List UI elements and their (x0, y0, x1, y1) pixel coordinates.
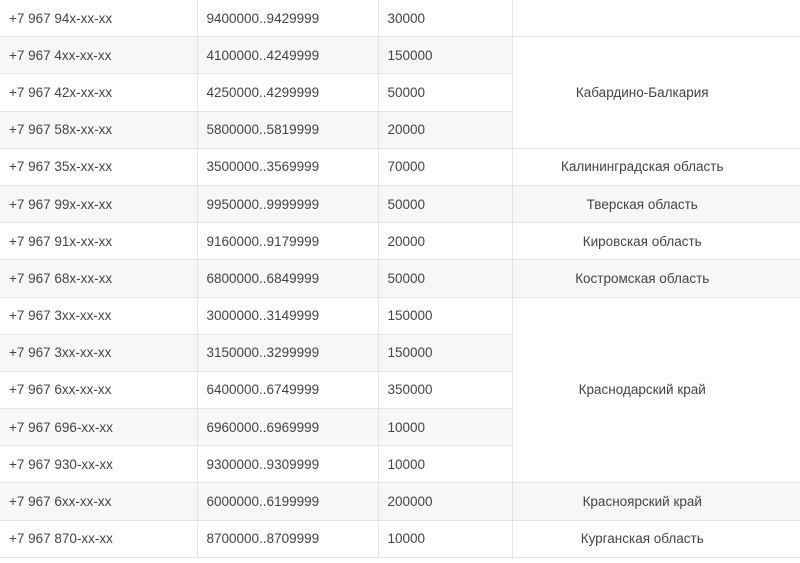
cell-prefix: +7 967 68x-xx-xx (0, 259, 198, 298)
cell-region: Костромская область (511, 259, 800, 298)
cell-range: 8700000..8709999 (196, 519, 379, 558)
cell-region: Курганская область (511, 519, 800, 558)
cell-region: Кировская область (511, 222, 800, 261)
cell-capacity: 30000 (377, 0, 513, 38)
cell-prefix: +7 967 58x-xx-xx (0, 110, 198, 149)
cell-capacity: 10000 (377, 445, 513, 484)
cell-capacity: 350000 (377, 370, 513, 410)
table-row: +7 967 6xx-xx-xx 6000000..6199999 200000… (0, 482, 800, 521)
cell-capacity: 10000 (377, 519, 513, 558)
cell-capacity: 20000 (377, 110, 513, 149)
cell-range: 6000000..6199999 (196, 482, 379, 521)
cell-region: Калининградская область (511, 147, 800, 186)
cell-range: 5800000..5819999 (196, 110, 379, 149)
cell-range: 3500000..3569999 (196, 147, 379, 186)
cell-capacity: 50000 (377, 73, 513, 112)
cell-prefix: +7 967 4xx-xx-xx (0, 36, 198, 75)
cell-capacity: 150000 (377, 333, 513, 372)
cell-prefix: +7 967 6xx-xx-xx (0, 482, 198, 521)
cell-prefix: +7 967 6xx-xx-xx (0, 370, 198, 410)
numbering-table: +7 967 94x-xx-xx 9400000..9429999 30000 … (0, 0, 800, 558)
cell-range: 4250000..4299999 (196, 73, 379, 112)
cell-range: 9400000..9429999 (196, 0, 379, 38)
cell-range: 6800000..6849999 (196, 259, 379, 298)
cell-prefix: +7 967 42x-xx-xx (0, 73, 198, 112)
table-row: +7 967 94x-xx-xx 9400000..9429999 30000 (0, 0, 800, 38)
cell-range: 6400000..6749999 (196, 370, 379, 410)
cell-range: 4100000..4249999 (196, 36, 379, 75)
cell-prefix: +7 967 870-xx-xx (0, 519, 198, 558)
cell-capacity: 200000 (377, 482, 513, 521)
cell-capacity: 20000 (377, 222, 513, 261)
cell-prefix: +7 967 35x-xx-xx (0, 147, 198, 186)
cell-region: Красноярский край (511, 482, 800, 521)
table-row: +7 967 4xx-xx-xx 4100000..4249999 150000… (0, 36, 800, 149)
table-row: +7 967 68x-xx-xx 6800000..6849999 50000 … (0, 259, 800, 298)
table-row: +7 967 99x-xx-xx 9950000..9999999 50000 … (0, 184, 800, 224)
table-row: +7 967 35x-xx-xx 3500000..3569999 70000 … (0, 147, 800, 186)
cell-capacity: 150000 (377, 296, 513, 335)
cell-prefix: +7 967 3xx-xx-xx (0, 333, 198, 372)
cell-prefix: +7 967 930-xx-xx (0, 445, 198, 484)
cell-prefix: +7 967 696-xx-xx (0, 408, 198, 447)
cell-capacity: 50000 (377, 259, 513, 298)
cell-region (511, 0, 800, 38)
cell-range: 9160000..9179999 (196, 222, 379, 261)
cell-capacity: 150000 (377, 36, 513, 75)
cell-range: 3150000..3299999 (196, 333, 379, 372)
cell-region: Краснодарский край (511, 296, 800, 484)
cell-capacity: 10000 (377, 408, 513, 447)
table-row: +7 967 870-xx-xx 8700000..8709999 10000 … (0, 519, 800, 558)
cell-range: 9950000..9999999 (196, 184, 379, 224)
cell-capacity: 70000 (377, 147, 513, 186)
cell-range: 3000000..3149999 (196, 296, 379, 335)
cell-prefix: +7 967 99x-xx-xx (0, 184, 198, 224)
cell-prefix: +7 967 91x-xx-xx (0, 222, 198, 261)
table-row: +7 967 3xx-xx-xx 3000000..3149999 150000… (0, 296, 800, 484)
cell-prefix: +7 967 94x-xx-xx (0, 0, 198, 38)
cell-range: 6960000..6969999 (196, 408, 379, 447)
cell-prefix: +7 967 3xx-xx-xx (0, 296, 198, 335)
table-row: +7 967 91x-xx-xx 9160000..9179999 20000 … (0, 222, 800, 261)
cell-region: Тверская область (511, 184, 800, 224)
table-body: +7 967 94x-xx-xx 9400000..9429999 30000 … (0, 0, 800, 558)
cell-capacity: 50000 (377, 184, 513, 224)
cell-region: Кабардино-Балкария (511, 36, 800, 149)
cell-range: 9300000..9309999 (196, 445, 379, 484)
